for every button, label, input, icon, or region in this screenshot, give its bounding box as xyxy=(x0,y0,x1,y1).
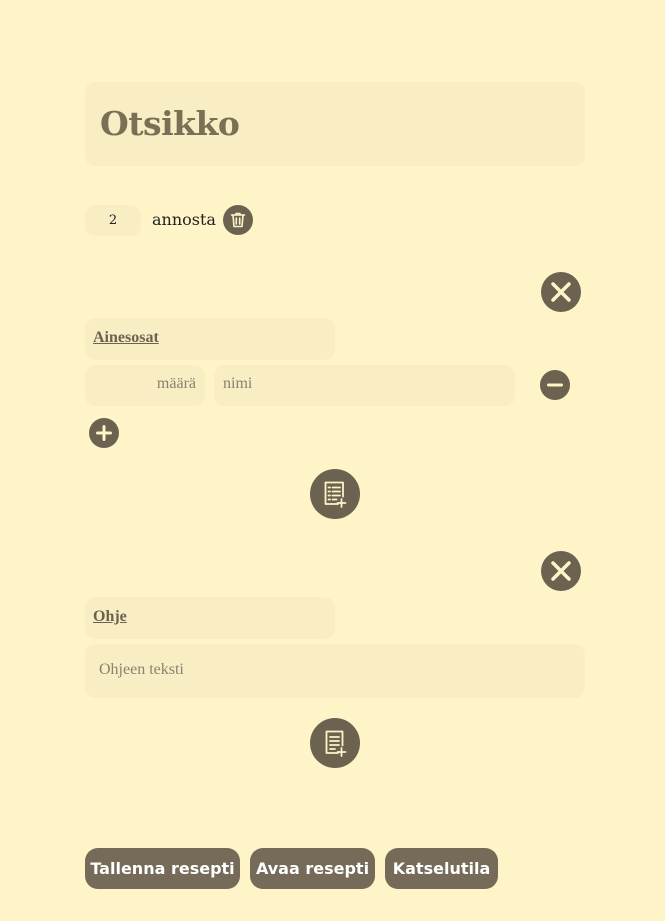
open-recipe-button[interactable]: Avaa resepti xyxy=(250,848,375,889)
minus-icon xyxy=(547,383,563,387)
trash-icon xyxy=(230,212,246,228)
servings-input[interactable]: 2 xyxy=(85,205,141,236)
servings-label: annosta xyxy=(152,210,216,229)
view-mode-button[interactable]: Katselutila xyxy=(385,848,498,889)
remove-ingredients-section-button[interactable] xyxy=(541,272,581,312)
name-placeholder: nimi xyxy=(223,375,253,392)
plus-icon xyxy=(96,425,112,441)
ingredient-name-input[interactable]: nimi xyxy=(214,365,515,406)
add-list-icon xyxy=(324,481,347,508)
delete-recipe-button[interactable] xyxy=(223,205,253,235)
ingredient-amount-input[interactable]: määrä xyxy=(85,365,205,406)
instructions-heading-field[interactable]: Ohje xyxy=(85,597,335,639)
amount-placeholder: määrä xyxy=(156,375,196,392)
servings-value: 2 xyxy=(108,213,118,228)
add-text-section-button[interactable] xyxy=(310,718,360,768)
close-icon xyxy=(551,282,571,302)
instructions-heading: Ohje xyxy=(93,608,127,625)
add-ingredient-button[interactable] xyxy=(89,418,119,448)
instructions-textarea[interactable]: Ohjeen teksti xyxy=(85,644,585,698)
add-document-icon xyxy=(325,730,347,757)
remove-ingredient-button[interactable] xyxy=(540,370,570,400)
ingredients-heading-field[interactable]: Ainesosat xyxy=(85,318,335,360)
ingredients-heading: Ainesosat xyxy=(93,329,159,346)
title-field[interactable]: Otsikko xyxy=(85,82,585,166)
close-icon xyxy=(551,561,571,581)
remove-instructions-section-button[interactable] xyxy=(541,551,581,591)
instructions-placeholder: Ohjeen teksti xyxy=(99,661,184,678)
add-ingredient-list-button[interactable] xyxy=(310,469,360,519)
recipe-title: Otsikko xyxy=(100,104,240,143)
save-recipe-button[interactable]: Tallenna resepti xyxy=(85,848,240,889)
